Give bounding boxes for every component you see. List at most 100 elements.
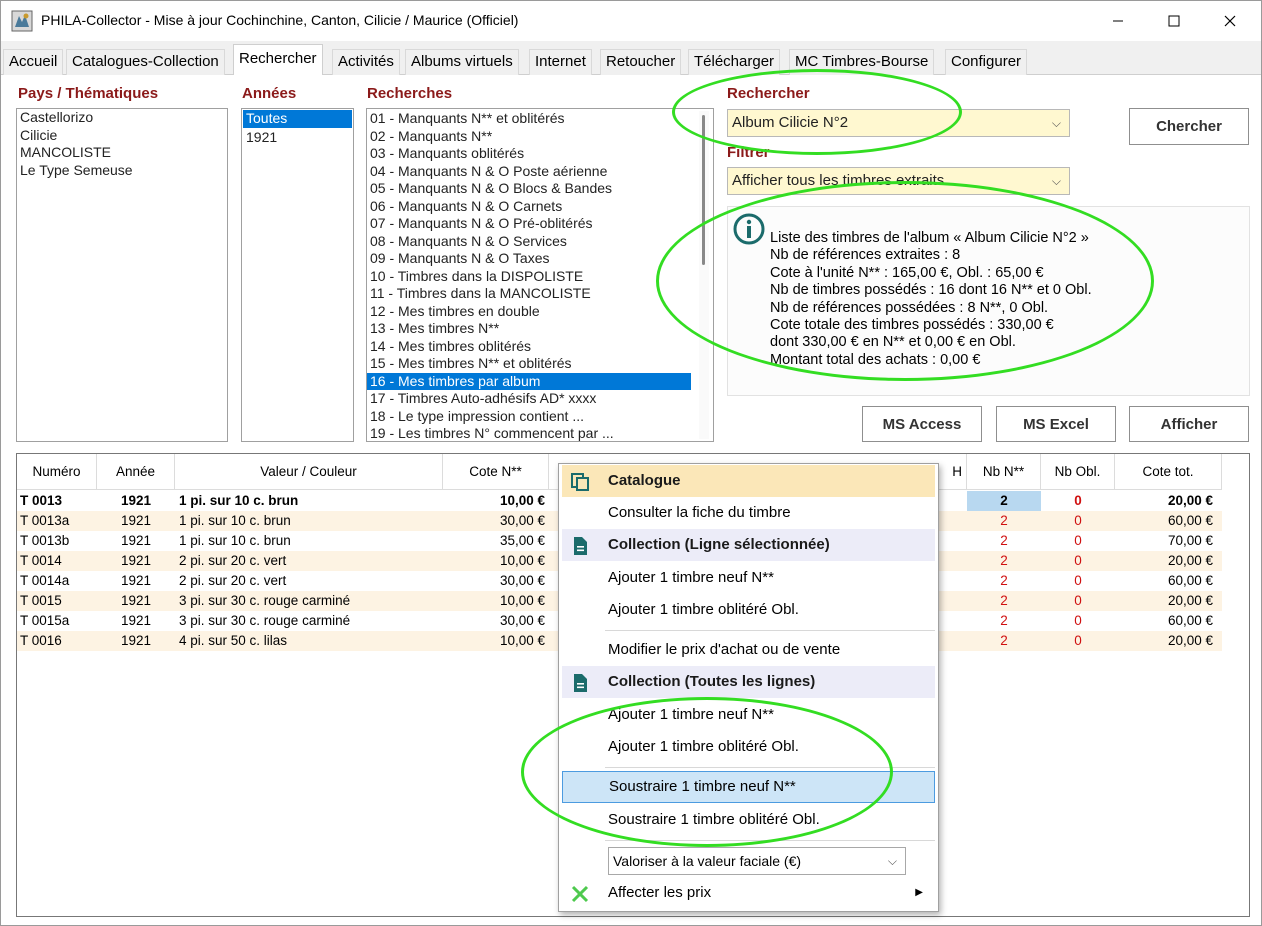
list-item[interactable]: 12 - Mes timbres en double <box>367 303 691 321</box>
list-item[interactable]: 14 - Mes timbres oblitérés <box>367 338 691 356</box>
tab-rechercher[interactable]: Rechercher <box>233 44 323 76</box>
valoriser-combo[interactable]: Valoriser à la valeur faciale (€) ⌵ <box>608 847 906 875</box>
info-icon <box>733 213 765 245</box>
chercher-button[interactable]: Chercher <box>1129 108 1249 145</box>
copy-icon <box>571 473 589 491</box>
menu-item-ajouter-oblitere-toutes[interactable]: Ajouter 1 timbre oblitéré Obl. <box>562 731 935 763</box>
column-header-cote-n[interactable]: Cote N** <box>443 454 549 490</box>
list-item[interactable]: 16 - Mes timbres par album <box>367 372 691 390</box>
list-item[interactable]: 10 - Timbres dans la DISPOLISTE <box>367 268 691 286</box>
table-cell-cote: 10,00 € <box>499 633 545 648</box>
table-cell-nb-obl: 0 <box>1074 593 1082 608</box>
app-logo-icon <box>11 10 33 32</box>
list-item[interactable]: 01 - Manquants N** et oblitérés <box>367 110 691 128</box>
list-item[interactable]: 08 - Manquants N & O Services <box>367 233 691 251</box>
list-item[interactable]: 19 - Les timbres N° commencent par ... <box>367 425 691 441</box>
menu-separator <box>605 840 935 841</box>
table-cell-tot: 20,00 € <box>1167 493 1213 508</box>
maximize-button[interactable] <box>1151 1 1197 41</box>
table-cell-annee: 1921 <box>120 513 152 528</box>
tab-albums-virtuels[interactable]: Albums virtuels <box>405 49 519 75</box>
tab-configurer[interactable]: Configurer <box>945 49 1028 75</box>
tab-mc-timbres-bourse[interactable]: MC Timbres-Bourse <box>789 49 935 75</box>
table-cell-numero: T 0013b <box>20 533 70 548</box>
app-window: PHILA-Collector - Mise à jour Cochinchin… <box>0 0 1262 926</box>
table-cell-valeur: 3 pi. sur 30 c. rouge carminé <box>179 613 351 628</box>
list-item[interactable]: 05 - Manquants N & O Blocs & Bandes <box>367 180 691 198</box>
list-item[interactable]: 07 - Manquants N & O Pré-oblitérés <box>367 215 691 233</box>
list-item[interactable]: 17 - Timbres Auto-adhésifs AD* xxxx <box>367 390 691 408</box>
ms-access-button[interactable]: MS Access <box>862 406 982 442</box>
tab-retoucher[interactable]: Retoucher <box>600 49 682 75</box>
table-cell-nb-obl: 0 <box>1074 553 1082 568</box>
table-cell-annee: 1921 <box>120 593 152 608</box>
table-cell-cote: 30,00 € <box>499 613 545 628</box>
list-item[interactable]: 09 - Manquants N & O Taxes <box>367 250 691 268</box>
chevron-down-icon: ⌵ <box>1051 116 1061 130</box>
filtrer-combo[interactable]: Afficher tous les timbres extraits ⌵ <box>727 167 1070 195</box>
tab-internet[interactable]: Internet <box>529 49 592 75</box>
menu-item-modifier-prix[interactable]: Modifier le prix d'achat ou de vente <box>562 634 935 666</box>
annees-list[interactable]: Toutes 1921 <box>241 108 354 442</box>
column-header-numero[interactable]: Numéro <box>17 454 97 490</box>
table-cell-cote: 10,00 € <box>499 553 545 568</box>
list-item[interactable]: 1921 <box>243 129 353 147</box>
menu-item-ajouter-oblitere[interactable]: Ajouter 1 timbre oblitéré Obl. <box>562 594 935 626</box>
list-item[interactable]: 15 - Mes timbres N** et oblitérés <box>367 355 691 373</box>
menu-item-ajouter-neuf-toutes[interactable]: Ajouter 1 timbre neuf N** <box>562 699 935 731</box>
info-line: Nb de timbres possédés : 16 dont 16 N** … <box>770 282 1092 298</box>
pays-list[interactable]: Castellorizo Cilicie MANCOLISTE Le Type … <box>16 108 228 442</box>
list-item[interactable]: MANCOLISTE <box>17 144 227 162</box>
table-cell-cote: 10,00 € <box>499 593 545 608</box>
afficher-button[interactable]: Afficher <box>1129 406 1249 442</box>
table-cell-annee: 1921 <box>120 533 152 548</box>
column-header-cote-tot[interactable]: Cote tot. <box>1115 454 1222 490</box>
menu-item-consulter-fiche[interactable]: Consulter la fiche du timbre <box>562 497 935 529</box>
list-item[interactable]: 06 - Manquants N & O Carnets <box>367 198 691 216</box>
menu-header-collection-toutes: Collection (Toutes les lignes) <box>562 666 935 698</box>
table-cell-valeur: 4 pi. sur 50 c. lilas <box>179 633 288 648</box>
menu-item-ajouter-neuf[interactable]: Ajouter 1 timbre neuf N** <box>562 562 935 594</box>
menu-item-affecter-prix[interactable]: Affecter les prix ▶ <box>562 877 935 909</box>
table-cell-numero: T 0015a <box>20 613 70 628</box>
list-item[interactable]: 18 - Le type impression contient ... <box>367 408 691 426</box>
table-cell-cote: 10,00 € <box>499 493 545 508</box>
menu-separator <box>605 630 935 631</box>
recherches-list[interactable]: 01 - Manquants N** et oblitérés 02 - Manq… <box>366 108 714 442</box>
tab-accueil[interactable]: Accueil <box>3 49 64 75</box>
info-line: Liste des timbres de l'album « Album Cil… <box>770 230 1089 246</box>
column-header-nb-n[interactable]: Nb N** <box>967 454 1041 490</box>
list-item[interactable]: Cilicie <box>17 127 227 145</box>
list-item[interactable]: 02 - Manquants N** <box>367 128 691 146</box>
list-item[interactable]: 13 - Mes timbres N** <box>367 320 691 338</box>
recherches-scrollbar[interactable] <box>699 111 709 439</box>
menu-item-soustraire-neuf[interactable]: Soustraire 1 timbre neuf N** <box>562 771 935 803</box>
scrollbar-thumb[interactable] <box>702 115 705 265</box>
list-item[interactable]: 03 - Manquants oblitérés <box>367 145 691 163</box>
menu-item-soustraire-oblitere[interactable]: Soustraire 1 timbre oblitéré Obl. <box>562 804 935 836</box>
ms-excel-button[interactable]: MS Excel <box>996 406 1116 442</box>
document-icon <box>574 674 587 692</box>
list-item[interactable]: 04 - Manquants N & O Poste aérienne <box>367 163 691 181</box>
column-header-annee[interactable]: Année <box>97 454 175 490</box>
list-item[interactable]: 11 - Timbres dans la MANCOLISTE <box>367 285 691 303</box>
table-cell-valeur: 3 pi. sur 30 c. rouge carminé <box>179 593 351 608</box>
list-item[interactable]: Toutes <box>243 110 352 128</box>
column-header-valeur[interactable]: Valeur / Couleur <box>175 454 443 490</box>
menu-header-label: Collection (Toutes les lignes) <box>608 673 816 690</box>
chevron-down-icon: ⌵ <box>1051 174 1061 188</box>
list-item[interactable]: Le Type Semeuse <box>17 162 227 180</box>
info-line: Nb de références extraites : 8 <box>770 247 961 263</box>
close-button[interactable] <box>1207 1 1253 41</box>
tab-telecharger[interactable]: Télécharger <box>688 49 781 75</box>
rechercher-combo[interactable]: Album Cilicie N°2 ⌵ <box>727 109 1070 137</box>
minimize-button[interactable] <box>1095 1 1141 41</box>
tab-catalogues-collection[interactable]: Catalogues-Collection <box>66 49 225 75</box>
list-item[interactable]: Castellorizo <box>17 109 227 127</box>
menu-header-label: Collection (Ligne sélectionnée) <box>608 536 830 553</box>
table-cell-cote: 30,00 € <box>499 513 545 528</box>
table-cell-numero: T 0014a <box>20 573 70 588</box>
table-cell-cote: 30,00 € <box>499 573 545 588</box>
column-header-nb-obl[interactable]: Nb Obl. <box>1041 454 1115 490</box>
tab-activites[interactable]: Activités <box>332 49 400 75</box>
